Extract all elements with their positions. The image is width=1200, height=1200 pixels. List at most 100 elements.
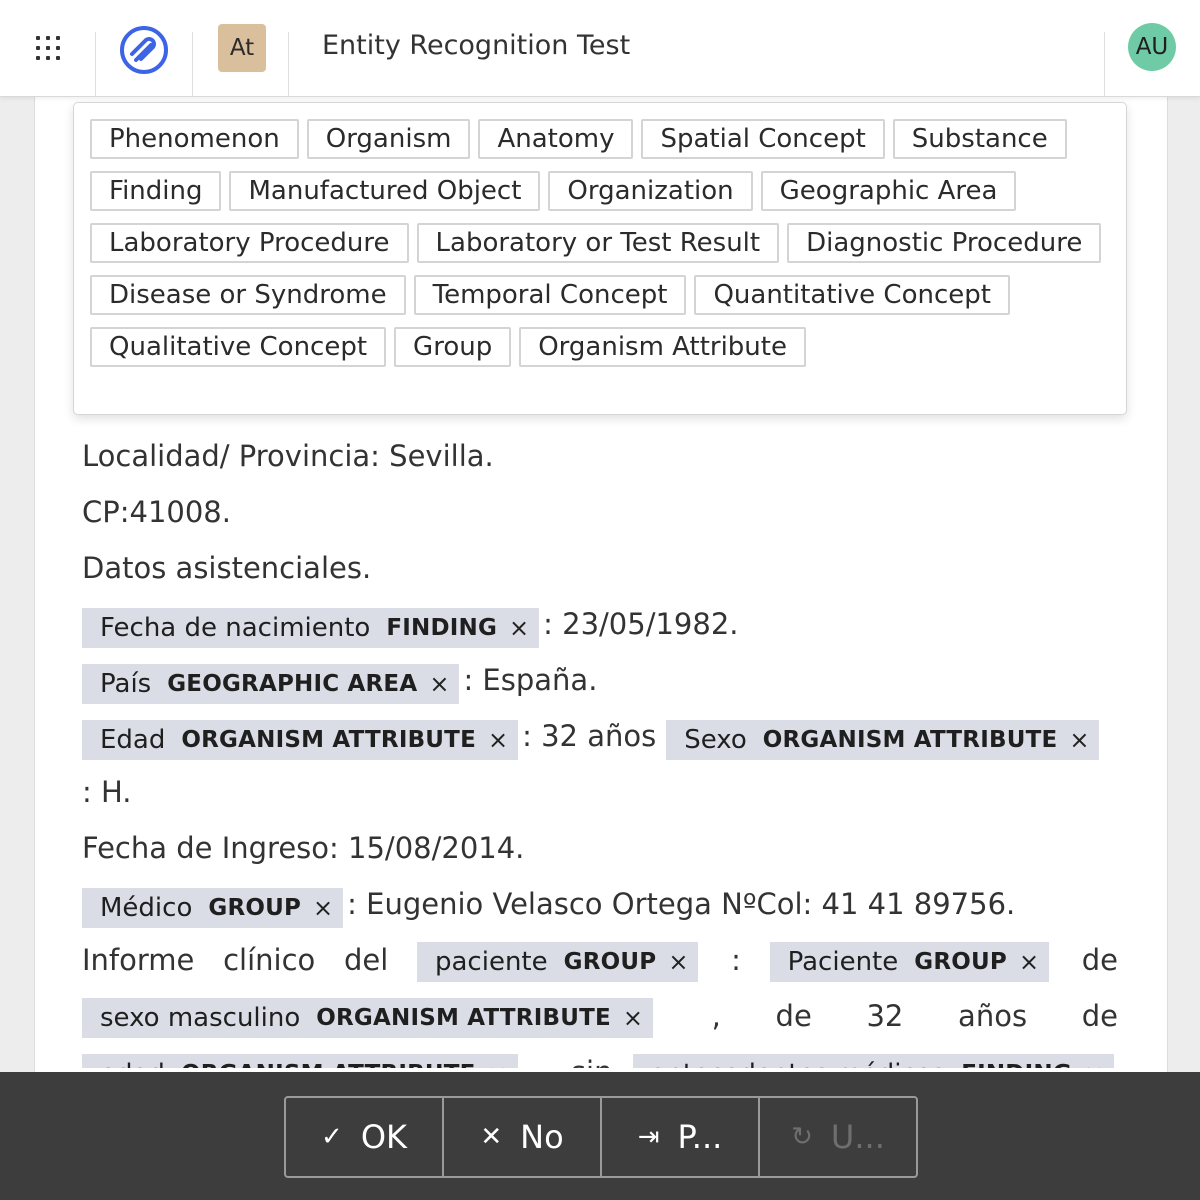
entity-chip[interactable]: País GEOGRAPHIC AREA × bbox=[82, 664, 460, 704]
ok-button[interactable]: ✓ OK bbox=[286, 1098, 444, 1176]
workspace-badge[interactable]: At bbox=[218, 24, 266, 72]
label-picker-popover: Phenomenon Organism Anatomy Spatial Concept… bbox=[73, 102, 1127, 415]
text-word: 32 bbox=[866, 999, 904, 1033]
label-tag[interactable]: Spatial Concept bbox=[641, 119, 885, 159]
entity-chip[interactable]: paciente GROUP × bbox=[417, 942, 699, 982]
app-logo-icon[interactable] bbox=[118, 24, 170, 76]
text-ingreso: Fecha de Ingreso: 15/08/2014. bbox=[82, 831, 525, 865]
label-tag[interactable]: Phenomenon bbox=[90, 119, 299, 159]
text-localidad: Localidad/ Provincia: Sevilla. bbox=[82, 439, 494, 473]
u-label: U... bbox=[830, 1118, 885, 1156]
label-tag[interactable]: Organism bbox=[306, 119, 471, 159]
remove-entity-icon[interactable]: × bbox=[1084, 1054, 1104, 1068]
top-bar: At Entity Recognition Test AU bbox=[0, 0, 1200, 97]
entity-chip[interactable]: Médico GROUP × bbox=[82, 888, 344, 928]
entity-chip[interactable]: sexo masculino ORGANISM ATTRIBUTE × bbox=[82, 998, 653, 1038]
no-label: No bbox=[520, 1118, 564, 1156]
text-word: clínico bbox=[223, 943, 316, 977]
arrow-to-right-icon: ⇥ bbox=[637, 1122, 660, 1152]
text-datos: Datos asistenciales. bbox=[82, 551, 372, 585]
entity-text: sexo masculino bbox=[100, 1003, 301, 1033]
label-tag[interactable]: Diagnostic Procedure bbox=[787, 223, 1102, 263]
entity-chip[interactable]: Fecha de nacimiento FINDING × bbox=[82, 608, 540, 648]
text-word: Informe bbox=[82, 943, 195, 977]
label-tag[interactable]: Anatomy bbox=[478, 119, 634, 159]
entity-chip[interactable]: Sexo ORGANISM ATTRIBUTE × bbox=[666, 720, 1100, 760]
entity-label: GEOGRAPHIC AREA bbox=[167, 671, 418, 697]
entity-text: País bbox=[100, 669, 152, 699]
label-tag[interactable]: Manufactured Object bbox=[229, 171, 541, 211]
label-tag-list: Phenomenon Organism Anatomy Spatial Concept… bbox=[90, 119, 1120, 379]
text-word: del bbox=[343, 943, 389, 977]
refresh-icon: ↻ bbox=[791, 1122, 813, 1152]
label-tag[interactable]: Temporal Concept bbox=[413, 275, 687, 315]
label-tag[interactable]: Group bbox=[394, 327, 512, 367]
p-label: P... bbox=[677, 1118, 723, 1156]
check-icon: ✓ bbox=[321, 1122, 343, 1152]
entity-text: edad bbox=[100, 1054, 165, 1068]
label-tag[interactable]: Organization bbox=[548, 171, 753, 211]
text-word: : bbox=[731, 943, 741, 977]
remove-entity-icon[interactable]: × bbox=[488, 1054, 508, 1068]
close-icon: ✕ bbox=[480, 1122, 503, 1152]
no-button[interactable]: ✕ No bbox=[444, 1098, 602, 1176]
remove-entity-icon[interactable]: × bbox=[509, 608, 529, 648]
text-word: sin bbox=[571, 1044, 613, 1068]
label-tag[interactable]: Qualitative Concept bbox=[90, 327, 387, 367]
entity-text: Paciente bbox=[787, 947, 899, 977]
user-avatar[interactable]: AU bbox=[1128, 23, 1176, 71]
remove-entity-icon[interactable]: × bbox=[1069, 720, 1089, 760]
entity-label: ORGANISM ATTRIBUTE bbox=[181, 1054, 476, 1068]
entity-label: ORGANISM ATTRIBUTE bbox=[316, 1005, 611, 1031]
text-word: años bbox=[958, 999, 1028, 1033]
remove-entity-icon[interactable]: × bbox=[488, 720, 508, 760]
label-tag[interactable]: Laboratory or Test Result bbox=[416, 223, 780, 263]
remove-entity-icon[interactable]: × bbox=[313, 888, 333, 928]
ok-label: OK bbox=[360, 1118, 407, 1156]
text-word: , bbox=[711, 999, 721, 1033]
text-fecha-value: : 23/05/1982. bbox=[543, 607, 739, 641]
entity-chip[interactable]: antecedentes médicos FINDING × bbox=[632, 1054, 1114, 1068]
text-word: de bbox=[1081, 943, 1118, 977]
remove-entity-icon[interactable]: × bbox=[429, 664, 449, 704]
app-menu-grid-icon[interactable] bbox=[24, 22, 72, 70]
label-tag[interactable]: Organism Attribute bbox=[519, 327, 806, 367]
entity-text: Edad bbox=[100, 725, 166, 755]
text-medico-value: : Eugenio Velasco Ortega NºCol: 41 41 89… bbox=[347, 887, 1016, 921]
entity-text: antecedentes médicos bbox=[651, 1054, 946, 1068]
entity-chip[interactable]: Paciente GROUP × bbox=[769, 942, 1050, 982]
u-button[interactable]: ↻ U... bbox=[760, 1098, 916, 1176]
text-word: de bbox=[1081, 999, 1118, 1033]
entity-label: GROUP bbox=[563, 949, 657, 975]
remove-entity-icon[interactable]: × bbox=[623, 998, 643, 1038]
remove-entity-icon[interactable]: × bbox=[1019, 942, 1039, 982]
bottom-action-bar: ✓ OK ✕ No ⇥ P... ↻ U... bbox=[0, 1072, 1200, 1200]
label-tag[interactable]: Substance bbox=[892, 119, 1067, 159]
entity-label: FINDING bbox=[386, 615, 498, 641]
text-edad-value: : 32 años bbox=[522, 719, 657, 753]
entity-text: Fecha de nacimiento bbox=[100, 613, 371, 643]
text-word: de bbox=[775, 999, 812, 1033]
entity-chip[interactable]: edad ORGANISM ATTRIBUTE × bbox=[82, 1054, 518, 1068]
remove-entity-icon[interactable]: × bbox=[668, 942, 688, 982]
text-pais-value: : España. bbox=[463, 663, 598, 697]
text-cp: CP:41008. bbox=[82, 495, 231, 529]
label-tag[interactable]: Geographic Area bbox=[760, 171, 1017, 211]
action-button-group: ✓ OK ✕ No ⇥ P... ↻ U... bbox=[284, 1096, 918, 1178]
label-tag[interactable]: Laboratory Procedure bbox=[90, 223, 409, 263]
label-tag[interactable]: Disease or Syndrome bbox=[90, 275, 406, 315]
document-text: Localidad/ Provincia: Sevilla. CP:41008.… bbox=[82, 428, 1118, 1068]
entity-text: Médico bbox=[100, 893, 193, 923]
label-tag[interactable]: Quantitative Concept bbox=[694, 275, 1010, 315]
p-button[interactable]: ⇥ P... bbox=[602, 1098, 760, 1176]
entity-text: paciente bbox=[435, 947, 548, 977]
entity-label: ORGANISM ATTRIBUTE bbox=[181, 727, 476, 753]
label-tag[interactable]: Finding bbox=[90, 171, 222, 211]
entity-label: FINDING bbox=[961, 1054, 1072, 1068]
entity-label: GROUP bbox=[914, 949, 1007, 975]
project-title: Entity Recognition Test bbox=[322, 30, 631, 61]
entity-text: Sexo bbox=[684, 725, 747, 755]
text-sexo-value: : H. bbox=[82, 775, 132, 809]
entity-label: GROUP bbox=[208, 895, 302, 921]
entity-chip[interactable]: Edad ORGANISM ATTRIBUTE × bbox=[82, 720, 519, 760]
